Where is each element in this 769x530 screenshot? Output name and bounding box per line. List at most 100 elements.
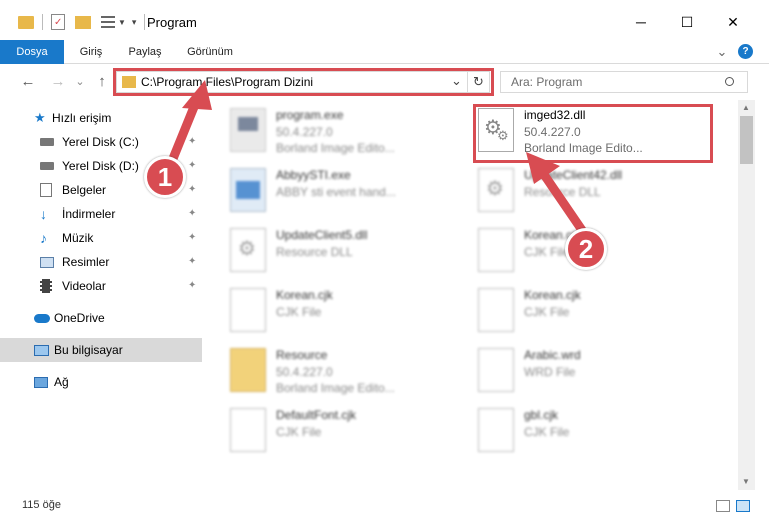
file-type: CJK File — [524, 245, 570, 259]
details-view-icon[interactable] — [716, 500, 730, 512]
divider — [144, 14, 146, 30]
file-description: Borland Image Edito... — [276, 381, 395, 395]
list-item[interactable]: gbl.cjk CJK File — [462, 404, 702, 456]
ribbon-expand-icon[interactable]: ⌄ — [714, 40, 730, 64]
file-icon — [478, 348, 514, 392]
chevron-down-icon[interactable]: ▼ — [118, 18, 126, 27]
list-item[interactable]: AbbyySTI.exe ABBY sti event hand... — [214, 164, 454, 216]
vertical-scrollbar[interactable]: ▲ ▼ — [738, 100, 755, 490]
list-item[interactable]: Resource 50.4.227.0 Borland Image Edito.… — [214, 344, 454, 396]
sidebar-item-videos[interactable]: Videolar ✦ — [0, 274, 202, 298]
file-icon — [478, 228, 514, 272]
file-type: WRD File — [524, 365, 576, 379]
sidebar-item-downloads[interactable]: ↓ İndirmeler ✦ — [0, 202, 202, 226]
download-icon: ↓ — [40, 206, 47, 222]
sidebar-item-network[interactable]: Ağ — [0, 370, 202, 394]
close-button[interactable]: ✕ — [710, 4, 756, 40]
step-badge-1: 1 — [144, 156, 186, 198]
sidebar-item-label: Müzik — [62, 231, 94, 245]
sidebar-item-local-disk-c[interactable]: Yerel Disk (C:) ✦ — [0, 130, 202, 154]
star-icon: ★ — [34, 110, 46, 125]
file-name: AbbyySTI.exe — [276, 168, 351, 182]
sidebar-item-pictures[interactable]: Resimler ✦ — [0, 250, 202, 274]
cloud-icon — [34, 313, 50, 323]
scroll-down-icon[interactable]: ▼ — [742, 477, 750, 486]
file-name: Korean.cjk — [276, 288, 333, 302]
list-item[interactable]: ⚙ UpdateClient42.dll Resource DLL — [462, 164, 702, 216]
step-badge-2: 2 — [565, 228, 607, 270]
pin-icon: ✦ — [188, 208, 197, 219]
file-icon — [478, 288, 514, 332]
pin-icon: ✦ — [188, 136, 197, 147]
file-name: DefaultFont.cjk — [276, 408, 357, 422]
sidebar-item-label: Ağ — [54, 375, 69, 389]
file-icon — [230, 288, 266, 332]
properties-icon[interactable]: ✓ — [51, 14, 65, 30]
list-item[interactable]: Korean.cjk CJK File — [214, 284, 454, 336]
document-icon — [40, 183, 52, 197]
ribbon-tabs: Dosya Giriş Paylaş Görünüm ⌄ ? — [0, 40, 769, 64]
file-callout-box — [473, 104, 713, 163]
sidebar-item-label: Videolar — [62, 279, 106, 293]
sidebar-item-music[interactable]: ♪ Müzik ✦ — [0, 226, 202, 250]
search-icon — [725, 77, 734, 86]
minimize-button[interactable]: ─ — [618, 4, 664, 40]
exe-icon — [230, 108, 266, 152]
sidebar-item-this-pc[interactable]: Bu bilgisayar — [0, 338, 202, 362]
file-type: CJK File — [524, 425, 570, 439]
sidebar-item-label: Hızlı erişim — [52, 111, 112, 125]
back-button[interactable]: ← — [18, 72, 38, 92]
list-item[interactable]: Arabic.wrd WRD File — [462, 344, 702, 396]
sidebar-item-quick-access[interactable]: ★ Hızlı erişim — [0, 106, 202, 130]
file-type: CJK File — [276, 305, 322, 319]
list-item[interactable]: DefaultFont.cjk CJK File — [214, 404, 454, 456]
folder-file-icon — [230, 348, 266, 392]
address-callout-box — [113, 68, 494, 96]
list-item[interactable]: program.exe 50.4.227.0 Borland Image Edi… — [214, 104, 454, 156]
sidebar-item-label: Bu bilgisayar — [54, 343, 123, 357]
scrollbar-thumb[interactable] — [740, 116, 753, 164]
tab-home[interactable]: Giriş — [66, 40, 116, 64]
customize-toolbar-icon[interactable]: ▾ — [132, 17, 137, 28]
exe-window-icon — [230, 168, 266, 212]
new-folder-icon[interactable] — [75, 15, 91, 29]
sidebar-item-label: Yerel Disk (C:) — [62, 135, 139, 149]
file-name: Resource — [276, 348, 328, 362]
file-name: gbl.cjk — [524, 408, 559, 422]
sidebar-item-onedrive[interactable]: OneDrive — [0, 306, 202, 330]
forward-button[interactable]: → — [48, 72, 68, 92]
tab-file[interactable]: Dosya — [0, 40, 64, 64]
file-icon — [230, 408, 266, 452]
file-name: Korean.cjk — [524, 288, 581, 302]
view-options-icon[interactable] — [101, 16, 115, 28]
music-icon: ♪ — [40, 230, 47, 246]
dll-gear-icon: ⚙ — [230, 228, 266, 272]
help-icon[interactable]: ? — [738, 44, 753, 59]
file-description: ABBY sti event hand... — [276, 185, 396, 199]
file-name: Arabic.wrd — [524, 348, 581, 362]
search-box[interactable]: Ara: Program — [500, 71, 748, 93]
large-icons-view-icon[interactable] — [736, 500, 750, 512]
maximize-button[interactable]: ☐ — [664, 4, 710, 40]
quick-access-toolbar: ✓ ▼ ▾ — [18, 12, 146, 32]
sidebar-item-label: Yerel Disk (D:) — [62, 159, 139, 173]
drive-icon — [40, 138, 54, 146]
search-input[interactable]: Ara: Program — [511, 75, 582, 89]
tab-view[interactable]: Görünüm — [178, 40, 242, 64]
file-description: Borland Image Edito... — [276, 141, 395, 155]
scroll-up-icon[interactable]: ▲ — [742, 103, 750, 112]
network-icon — [34, 376, 48, 388]
file-name: program.exe — [276, 108, 344, 122]
recent-locations-button[interactable]: ⌄ — [70, 72, 90, 92]
pin-icon: ✦ — [188, 232, 197, 243]
sidebar-item-label: Belgeler — [62, 183, 107, 197]
file-icon — [478, 408, 514, 452]
list-item[interactable]: ⚙ UpdateClient5.dll Resource DLL — [214, 224, 454, 276]
list-item[interactable]: Korean.cjk CJK File — [462, 284, 702, 336]
up-button[interactable]: ↑ — [92, 72, 112, 92]
folder-icon — [18, 15, 34, 29]
dll-gear-icon: ⚙ — [478, 168, 514, 212]
file-type: CJK File — [276, 425, 322, 439]
tab-share[interactable]: Paylaş — [120, 40, 170, 64]
pin-icon: ✦ — [188, 256, 197, 267]
